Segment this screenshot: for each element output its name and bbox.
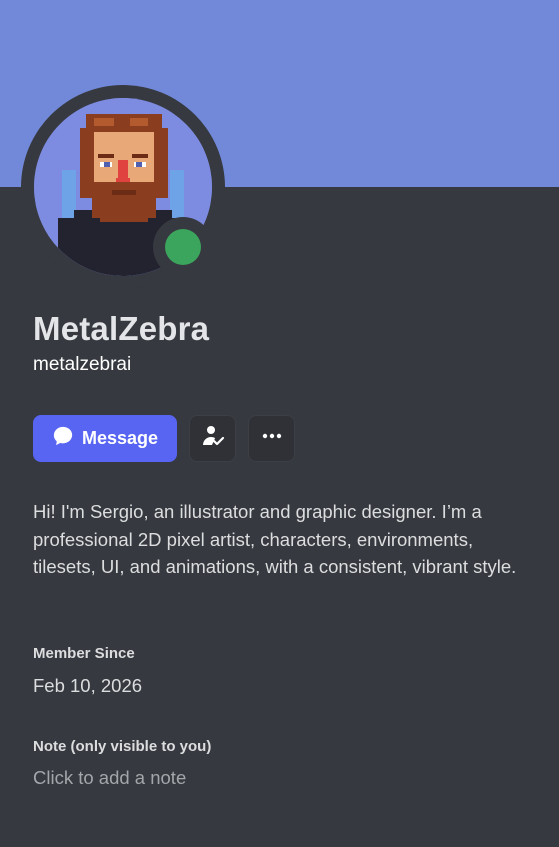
chat-bubble-icon: [52, 425, 74, 452]
member-since-label: Member Since: [33, 645, 135, 662]
note-input[interactable]: Click to add a note: [33, 767, 523, 793]
username: metalzebrai: [33, 354, 132, 375]
message-button[interactable]: Message: [33, 415, 177, 462]
profile-bio: Hi! I'm Sergio, an illustrator and graph…: [33, 501, 517, 577]
friend-status-button[interactable]: [189, 415, 236, 462]
more-options-button[interactable]: [248, 415, 295, 462]
member-since-date: Feb 10, 2026: [33, 675, 143, 696]
user-check-icon: [201, 424, 225, 453]
display-name: MetalZebra: [33, 310, 210, 347]
note-label: Note (only visible to you): [33, 738, 212, 755]
more-horizontal-icon: [260, 424, 284, 453]
message-button-label: Message: [81, 428, 159, 448]
online-status-indicator: [165, 229, 201, 265]
